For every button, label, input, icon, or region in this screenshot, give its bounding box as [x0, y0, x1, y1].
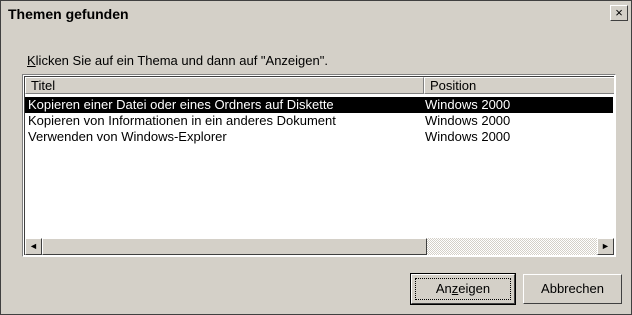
- themen-gefunden-dialog: Themen gefunden × Klicken Sie auf ein Th…: [0, 0, 632, 315]
- list-item-title: Kopieren von Informationen in ein andere…: [28, 113, 336, 128]
- list-item[interactable]: Verwenden von Windows-Explorer Windows 2…: [25, 129, 614, 145]
- scroll-left-button[interactable]: ◄: [25, 238, 42, 255]
- column-header-position[interactable]: Position: [424, 77, 614, 94]
- close-icon: ×: [615, 5, 623, 20]
- arrow-left-icon: ◄: [29, 241, 38, 251]
- listview-body: Titel Position Kopieren einer Datei oder…: [24, 76, 614, 255]
- list-item[interactable]: Kopieren von Informationen in ein andere…: [25, 113, 614, 129]
- scrollbar-thumb[interactable]: [42, 238, 427, 255]
- focus-rect: [415, 278, 511, 300]
- list-item-title: Kopieren einer Datei oder eines Ordners …: [28, 97, 334, 113]
- list-item-position: Windows 2000: [425, 129, 511, 144]
- list-item-title: Verwenden von Windows-Explorer: [28, 129, 227, 144]
- instruction-mnemonic: K: [27, 53, 36, 68]
- list-header: Titel Position: [25, 77, 614, 94]
- list-item[interactable]: Kopieren einer Datei oder eines Ordners …: [25, 97, 613, 113]
- instruction-label: Klicken Sie auf ein Thema und dann auf "…: [27, 53, 328, 68]
- title-bar[interactable]: Themen gefunden ×: [2, 2, 630, 26]
- scroll-right-button[interactable]: ►: [597, 238, 614, 255]
- topics-listview[interactable]: Titel Position Kopieren einer Datei oder…: [22, 74, 616, 257]
- show-button[interactable]: Anzeigen: [410, 273, 516, 305]
- arrow-right-icon: ►: [601, 241, 610, 251]
- horizontal-scrollbar[interactable]: ◄ ►: [25, 238, 614, 255]
- list-rows: Kopieren einer Datei oder eines Ordners …: [25, 97, 614, 145]
- dialog-title: Themen gefunden: [8, 6, 129, 22]
- close-button[interactable]: ×: [610, 5, 628, 21]
- column-header-title[interactable]: Titel: [25, 77, 424, 94]
- list-item-position: Windows 2000: [425, 113, 511, 128]
- list-item-position: Windows 2000: [425, 97, 511, 112]
- instruction-text: licken Sie auf ein Thema und dann auf "A…: [35, 53, 328, 68]
- cancel-button[interactable]: Abbrechen: [523, 274, 622, 304]
